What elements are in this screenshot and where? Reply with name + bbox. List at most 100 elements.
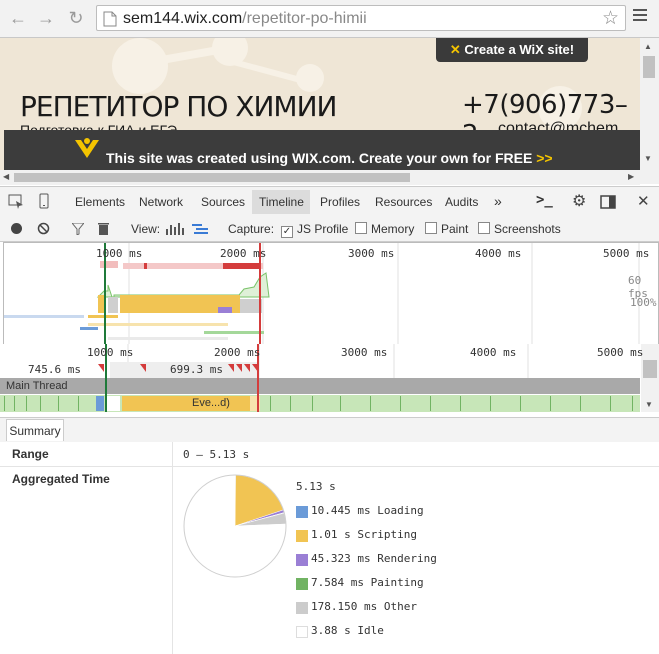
legend-swatch: [296, 530, 308, 542]
wix-logo-icon: ✕: [449, 42, 465, 57]
main-thread-label[interactable]: Main Thread: [6, 380, 68, 392]
dock-side-icon[interactable]: [600, 195, 616, 209]
url-text: sem144.wix.com/repetitor-po-himii: [123, 10, 367, 28]
memory-checkbox[interactable]: [355, 222, 367, 234]
forward-icon[interactable]: →: [36, 8, 56, 28]
aggregated-time-pie: [183, 474, 287, 578]
flame-duration-2: 699.3 ms: [170, 363, 223, 376]
back-icon[interactable]: ←: [8, 8, 28, 28]
overview-tick-2000: 2000 ms: [220, 247, 267, 260]
settings-gear-icon[interactable]: ⚙: [572, 191, 586, 211]
scroll-down-icon[interactable]: ▼: [644, 154, 652, 163]
timeline-controls: View: Capture: ✓ JS Profile Memory Paint …: [0, 217, 659, 242]
scroll-up-icon[interactable]: ▲: [644, 42, 652, 51]
legend-text: 7.584 ms Painting: [311, 576, 424, 589]
legend-text: 3.88 s Idle: [311, 624, 384, 637]
url-path: /repetitor-po-himii: [242, 10, 367, 27]
close-devtools-icon[interactable]: ✕: [637, 192, 650, 210]
page-icon: [103, 11, 117, 27]
overview-tick-5000: 5000 ms: [603, 247, 650, 260]
tab-network[interactable]: Network: [139, 195, 183, 209]
capture-paint[interactable]: Paint: [425, 222, 468, 236]
legend-text: 1.01 s Scripting: [311, 528, 417, 541]
screenshots-label: Screenshots: [494, 222, 561, 236]
clear-icon[interactable]: [37, 222, 50, 235]
timeline-overview[interactable]: 1000 ms 2000 ms 3000 ms 4000 ms 5000 ms …: [3, 242, 659, 345]
capture-memory[interactable]: Memory: [355, 222, 414, 236]
wix-crown-icon: [75, 138, 99, 158]
scroll-thumb[interactable]: [643, 56, 655, 78]
menu-icon[interactable]: [633, 9, 647, 21]
legend-swatch: [296, 578, 308, 590]
flame-tick-4000: 4000 ms: [470, 346, 517, 359]
devtools-toolbar: Elements Network Sources Timeline Profil…: [0, 186, 659, 218]
view-label: View:: [131, 222, 161, 236]
wix-banner-arrows: >>: [536, 150, 553, 166]
view-waterfall-icon[interactable]: [192, 223, 210, 235]
js-profile-checkbox[interactable]: ✓: [281, 226, 293, 238]
paint-checkbox[interactable]: [425, 222, 437, 234]
bookmark-star-icon[interactable]: ☆: [602, 7, 619, 30]
memory-label: Memory: [371, 222, 415, 236]
wix-banner[interactable]: This site was created using WIX.com. Cre…: [4, 130, 640, 172]
paint-label: Paint: [441, 222, 469, 236]
more-tabs-icon[interactable]: »: [494, 193, 502, 209]
range-label: Range: [12, 447, 49, 461]
aggregated-time-label: Aggregated Time: [12, 472, 110, 486]
page-vertical-scrollbar[interactable]: ▲ ▼: [640, 38, 659, 184]
trash-icon[interactable]: [98, 222, 109, 235]
details-tabbar: Summary: [0, 417, 659, 443]
capture-screenshots[interactable]: Screenshots: [478, 222, 561, 236]
tab-resources[interactable]: Resources: [375, 195, 432, 209]
tab-timeline[interactable]: Timeline: [259, 195, 304, 209]
flame-tick-3000: 3000 ms: [341, 346, 388, 359]
create-wix-site-button[interactable]: ✕ Create a WiX site!: [436, 38, 588, 62]
total-time: 5.13 s: [296, 480, 336, 493]
view-flamechart-icon[interactable]: [166, 223, 184, 235]
overview-tick-3000: 3000 ms: [348, 247, 395, 260]
create-wix-site-label: Create a WiX site!: [464, 42, 575, 57]
browser-toolbar: ← → ↻ sem144.wix.com/repetitor-po-himii …: [0, 0, 659, 38]
legend-swatch: [296, 626, 308, 638]
legend-text: 178.150 ms Other: [311, 600, 417, 613]
url-domain: sem144.wix.com: [123, 10, 243, 27]
console-drawer-icon[interactable]: >_: [536, 192, 553, 208]
cpu-percent-label: 100%: [630, 296, 657, 309]
address-bar[interactable]: sem144.wix.com/repetitor-po-himii ☆: [96, 5, 626, 31]
legend-swatch: [296, 554, 308, 566]
flame-chart[interactable]: 1000 ms 2000 ms 3000 ms 4000 ms 5000 ms …: [0, 344, 659, 412]
overview-tick-1000: 1000 ms: [96, 247, 143, 260]
legend-text: 10.445 ms Loading: [311, 504, 424, 517]
flame-tick-1000: 1000 ms: [87, 346, 134, 359]
page-horizontal-scrollbar[interactable]: ◀ ▶: [0, 170, 640, 185]
capture-label: Capture:: [228, 222, 275, 236]
tab-audits[interactable]: Audits: [445, 195, 478, 209]
tab-summary[interactable]: Summary: [6, 419, 64, 441]
tab-profiles[interactable]: Profiles: [320, 195, 360, 209]
wix-banner-text: This site was created using WIX.com. Cre…: [106, 150, 533, 166]
flame-tick-5000: 5000 ms: [597, 346, 644, 359]
site-title: РЕПЕТИТОР ПО ХИМИИ: [20, 90, 337, 123]
filter-icon[interactable]: [72, 223, 84, 235]
legend-swatch: [296, 506, 308, 518]
scroll-left-icon[interactable]: ◀: [3, 172, 9, 181]
capture-js-profile[interactable]: ✓ JS Profile: [281, 222, 348, 238]
flame-tick-2000: 2000 ms: [214, 346, 261, 359]
legend-text: 45.323 ms Rendering: [311, 552, 437, 565]
event-label[interactable]: Eve...d): [192, 397, 230, 409]
inspect-element-icon[interactable]: [8, 194, 24, 210]
tab-elements[interactable]: Elements: [75, 195, 125, 209]
range-value: 0 – 5.13 s: [183, 448, 250, 461]
hscroll-thumb[interactable]: [14, 173, 410, 182]
flame-scroll-down-icon[interactable]: ▼: [645, 400, 653, 409]
screenshots-checkbox[interactable]: [478, 222, 490, 234]
overview-tick-4000: 4000 ms: [475, 247, 522, 260]
device-mode-icon[interactable]: [38, 193, 50, 211]
scroll-right-icon[interactable]: ▶: [628, 172, 634, 181]
legend-swatch: [296, 602, 308, 614]
website-viewport: ✕ Create a WiX site! РЕПЕТИТОР ПО ХИМИИ …: [0, 38, 640, 184]
tab-sources[interactable]: Sources: [201, 195, 245, 209]
summary-panel: Range 0 – 5.13 s Aggregated Time 5.13 s …: [0, 442, 659, 654]
reload-icon[interactable]: ↻: [66, 8, 86, 28]
record-icon[interactable]: [11, 223, 22, 234]
